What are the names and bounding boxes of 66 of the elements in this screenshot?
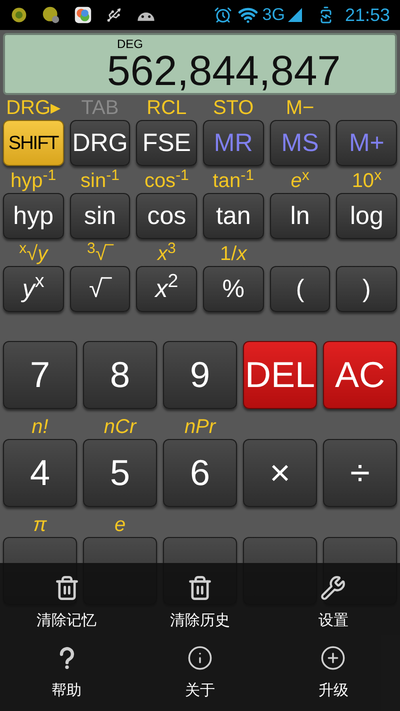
app-icon bbox=[74, 6, 92, 24]
shift-label: e bbox=[114, 515, 126, 537]
menu-item[interactable]: 帮助 bbox=[0, 641, 134, 711]
app-icon bbox=[10, 6, 28, 24]
calculator-key[interactable]: 7 bbox=[3, 341, 77, 409]
shift-label: tan$^{-1}$ bbox=[212, 171, 254, 193]
usb-icon bbox=[106, 7, 122, 23]
calculator-key[interactable]: ÷ bbox=[323, 439, 397, 507]
shift-label: RCL bbox=[146, 98, 187, 120]
shift-label: hyp$^{-1}$ bbox=[10, 171, 56, 193]
calculator-key[interactable]: tan bbox=[203, 193, 264, 239]
calculator-key[interactable]: y$^{x}$ bbox=[3, 266, 64, 312]
shift-label: n! bbox=[32, 417, 48, 439]
calculator-key[interactable]: SHIFT bbox=[3, 120, 64, 166]
menu-item[interactable]: 清除记忆 bbox=[0, 571, 134, 641]
info-icon bbox=[186, 645, 213, 671]
calculator-key[interactable]: sin bbox=[70, 193, 130, 239]
calculator-key[interactable]: AC bbox=[323, 341, 397, 409]
shift-label: $^{x}$√y bbox=[19, 244, 48, 266]
shift-label: STO bbox=[212, 98, 254, 120]
alarm-icon bbox=[214, 6, 232, 24]
display-value: 562,844,847 bbox=[107, 50, 342, 92]
calculator-key[interactable]: log bbox=[336, 193, 398, 239]
menu-item[interactable]: 设置 bbox=[266, 571, 400, 641]
menu-item[interactable]: 关于 bbox=[133, 641, 267, 711]
calculator-key[interactable]: hyp bbox=[3, 193, 64, 239]
shift-label: DRG▸ bbox=[6, 98, 61, 120]
shift-label: π bbox=[33, 515, 47, 537]
shift-label: 1/x bbox=[220, 244, 247, 266]
shift-label: nPr bbox=[184, 417, 216, 439]
shift-label: x$^{3}$ bbox=[158, 244, 176, 266]
clock: 21:53 bbox=[344, 4, 390, 26]
signal-icon bbox=[286, 7, 303, 23]
calculator-key[interactable]: ( bbox=[270, 266, 330, 312]
trash-icon bbox=[186, 575, 213, 601]
wrench-icon bbox=[320, 575, 346, 601]
angle-mode: DEG bbox=[117, 38, 144, 50]
menu-item[interactable]: 清除历史 bbox=[133, 571, 267, 641]
calculator-key[interactable]: % bbox=[203, 266, 264, 312]
shift-label: sin$^{-1}$ bbox=[80, 171, 120, 193]
calculator-key[interactable]: 5 bbox=[83, 439, 157, 507]
shift-label: $^{3}$√‾ bbox=[87, 244, 113, 266]
calculator-key[interactable]: DRG bbox=[70, 120, 130, 166]
shift-label: 10$^{x}$ bbox=[352, 171, 382, 193]
calculator-key[interactable]: ) bbox=[336, 266, 398, 312]
calculator-key[interactable]: ln bbox=[270, 193, 330, 239]
trash-icon bbox=[54, 575, 80, 601]
calculator-key[interactable]: x$^{2}$ bbox=[136, 266, 198, 312]
calculator-key[interactable]: 6 bbox=[163, 439, 237, 507]
calculator-key[interactable]: 9 bbox=[163, 341, 237, 409]
shift-label: e$^{x}$ bbox=[290, 171, 310, 193]
shift-label: cos$^{-1}$ bbox=[144, 171, 189, 193]
calculator-key[interactable]: 4 bbox=[3, 439, 77, 507]
calculator-key[interactable]: × bbox=[243, 439, 317, 507]
calculator-key[interactable]: 8 bbox=[83, 341, 157, 409]
calculator-key[interactable]: cos bbox=[136, 193, 198, 239]
menu-item[interactable]: 升级 bbox=[266, 641, 400, 711]
calculator-key[interactable]: DEL bbox=[243, 341, 317, 409]
wifi-icon bbox=[238, 5, 258, 25]
app-icon bbox=[42, 6, 60, 24]
calculator-key[interactable]: √‾ bbox=[70, 266, 130, 312]
plus-circle-icon bbox=[320, 645, 346, 671]
calculator-key[interactable]: FSE bbox=[136, 120, 198, 166]
network-type: 3G bbox=[262, 4, 285, 26]
shift-label: M− bbox=[286, 98, 314, 120]
shift-label: nCr bbox=[104, 417, 136, 439]
